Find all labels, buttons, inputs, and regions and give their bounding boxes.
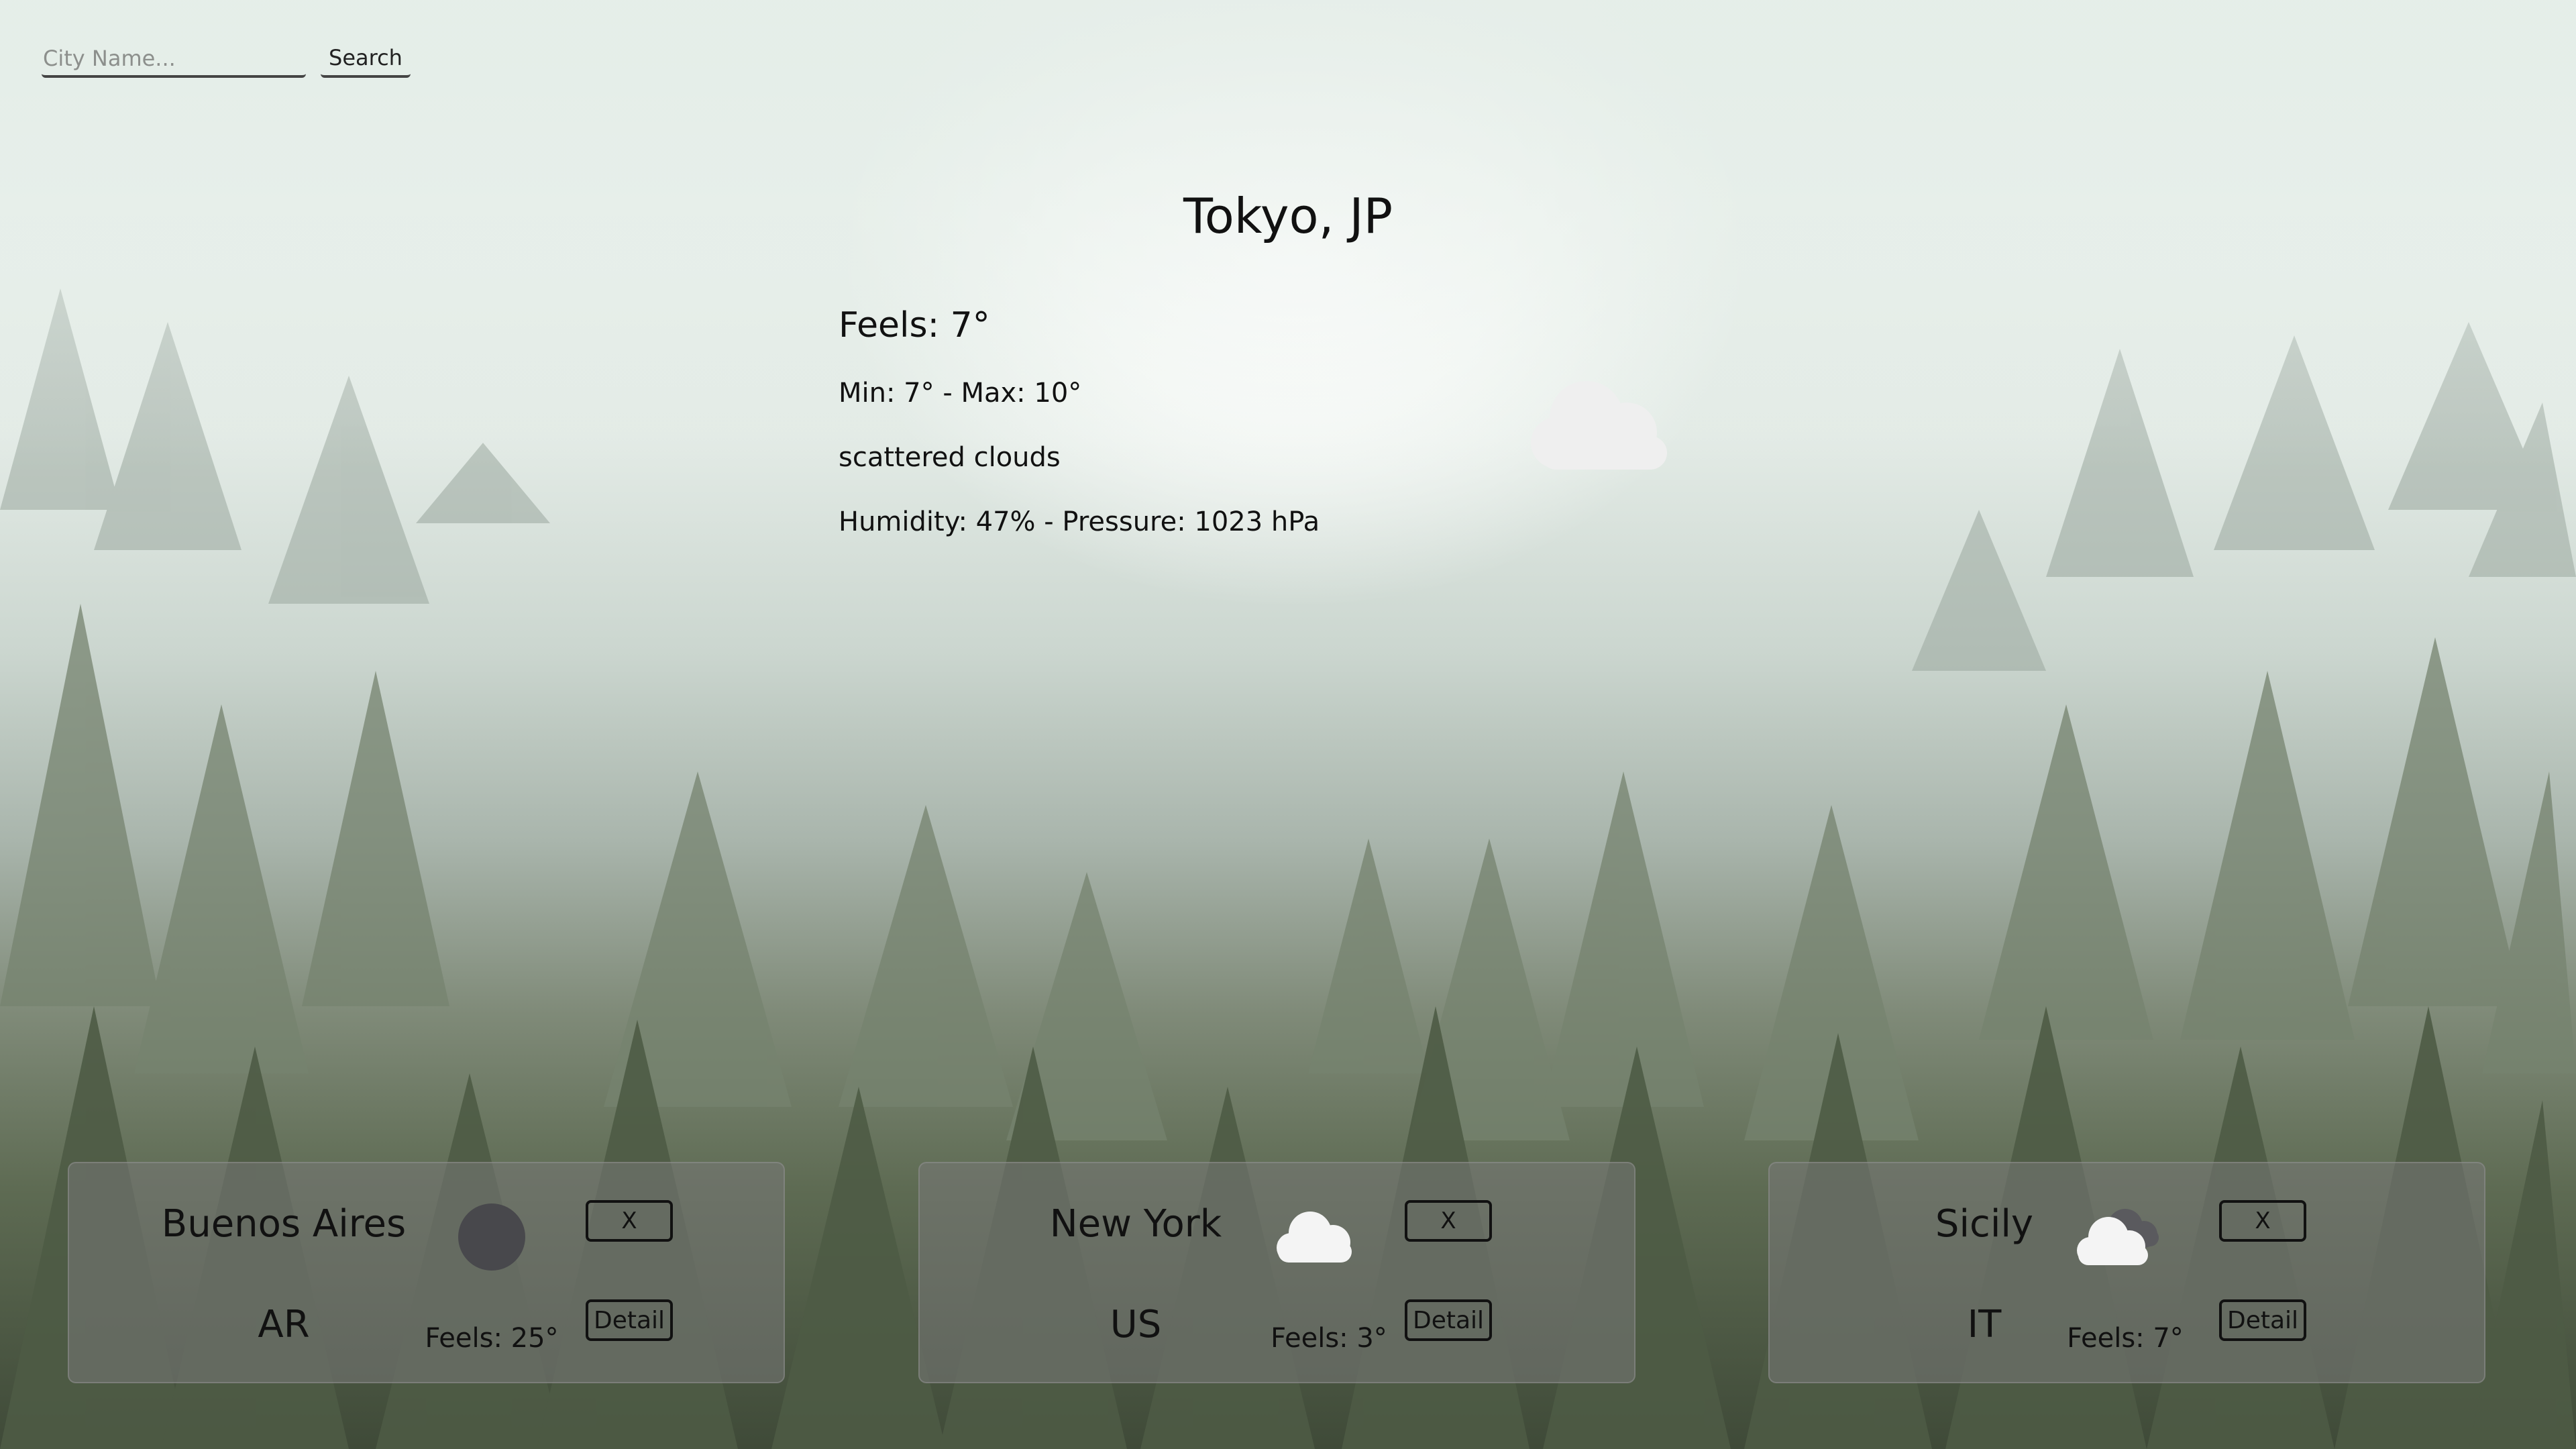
cloud-icon [1277,1212,1352,1263]
current-city-title: Tokyo, JP [1183,188,1393,244]
card-country-code: AR [258,1303,310,1346]
card-feels-like: Feels: 25° [425,1323,559,1354]
current-humidity-pressure: Humidity: 47% - Pressure: 1023 hPa [839,506,1320,537]
detail-button[interactable]: Detail [1405,1299,1492,1341]
weather-app: Search Tokyo, JP Feels: 7° Min: 7° - Max… [0,0,2576,1449]
city-card-buenos-aires: Buenos Aires X AR Feels: 25° Detail [68,1162,785,1383]
city-card-new-york: New York X US Feels: 3° Detail [918,1162,1635,1383]
search-button[interactable]: Search [321,40,411,78]
detail-button[interactable]: Detail [586,1299,673,1341]
remove-card-button[interactable]: X [2219,1200,2306,1242]
current-description: scattered clouds [839,442,1061,473]
current-feels-like: Feels: 7° [839,305,990,345]
detail-button[interactable]: Detail [2219,1299,2306,1341]
broken-clouds-icon [2077,1209,2159,1265]
current-min-max: Min: 7° - Max: 10° [839,378,1082,409]
current-weather-details: Feels: 7° Min: 7° - Max: 10° scattered c… [839,305,1320,571]
card-feels-like: Feels: 7° [2067,1323,2184,1354]
remove-card-button[interactable]: X [586,1200,673,1242]
card-city-name: New York [1049,1202,1222,1246]
cloud-icon [1531,381,1667,470]
card-country-code: US [1110,1303,1162,1346]
card-feels-like: Feels: 3° [1271,1323,1387,1354]
city-search-input[interactable] [42,42,306,78]
clear-night-icon [458,1203,525,1271]
card-city-name: Buenos Aires [161,1202,407,1246]
remove-card-button[interactable]: X [1405,1200,1492,1242]
search-form: Search [42,40,411,78]
city-card-sicily: Sicily X IT Feels: 7° Detail [1768,1162,2485,1383]
